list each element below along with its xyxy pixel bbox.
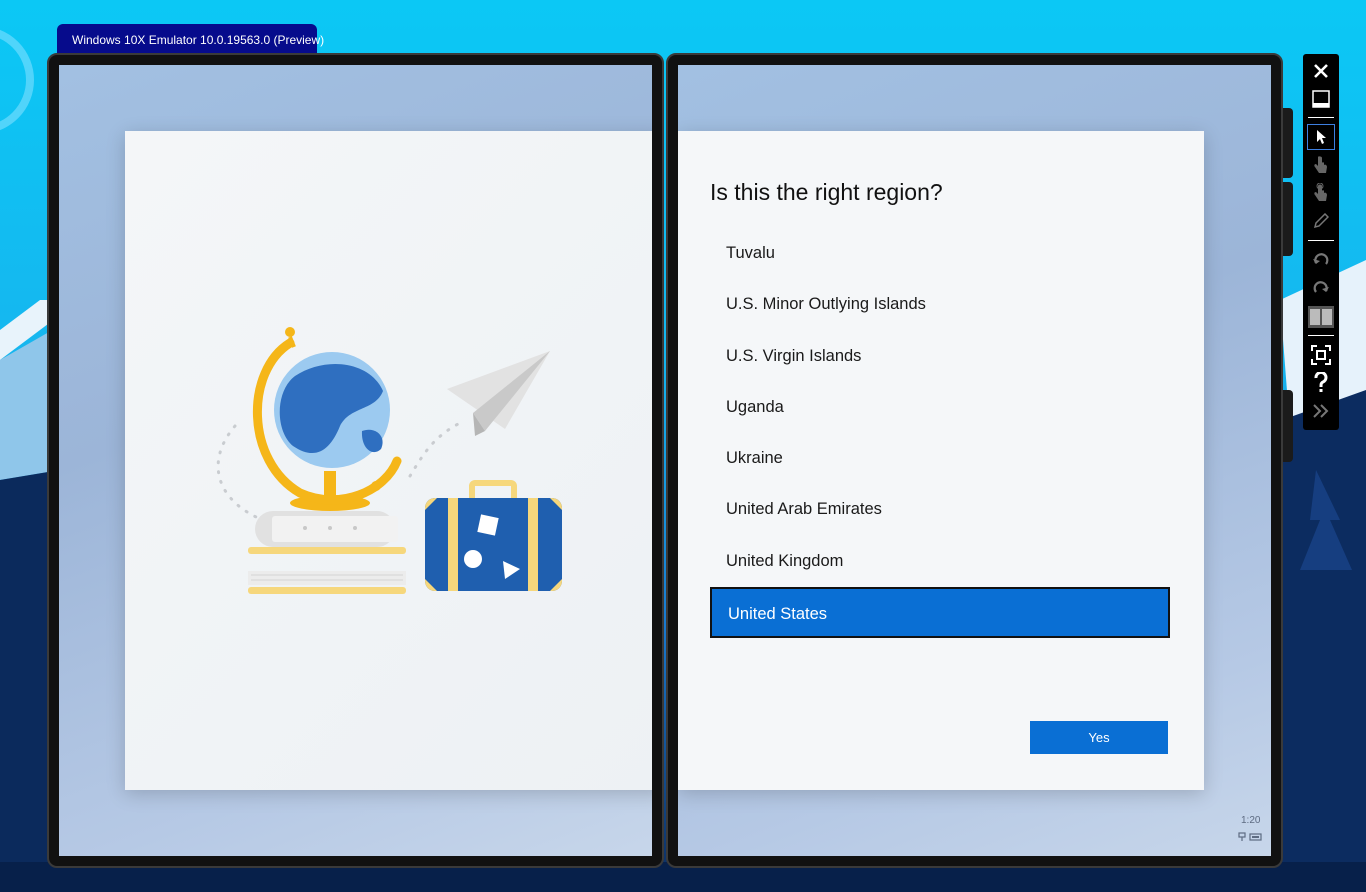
hardware-button	[1283, 182, 1293, 256]
hardware-button	[1283, 108, 1293, 178]
right-screen: Is this the right region? Tuvalu U.S. Mi…	[678, 65, 1271, 856]
region-item-united-states[interactable]: United States	[710, 587, 1170, 639]
suitcase-icon	[425, 480, 562, 591]
help-icon[interactable]	[1307, 370, 1335, 396]
fit-screen-icon[interactable]	[1307, 342, 1335, 368]
globe-icon	[252, 327, 402, 511]
rotate-left-icon[interactable]	[1307, 247, 1335, 273]
region-item-uganda[interactable]: Uganda	[710, 382, 1170, 433]
region-item-us-virgin-islands[interactable]: U.S. Virgin Islands	[710, 331, 1170, 382]
region-item-united-arab-emirates[interactable]: United Arab Emirates	[710, 484, 1170, 535]
page-title: Is this the right region?	[710, 179, 943, 205]
multi-touch-icon[interactable]	[1307, 180, 1335, 206]
region-card: Is this the right region? Tuvalu U.S. Mi…	[678, 131, 1204, 790]
desktop-background: Windows 10X Emulator 10.0.19563.0 (Previ…	[0, 0, 1366, 892]
toolbar-divider	[1308, 335, 1334, 336]
region-item-tuvalu[interactable]: Tuvalu	[710, 228, 1170, 279]
left-screen	[59, 65, 652, 856]
emulator-toolbar	[1303, 54, 1339, 430]
rotate-right-icon[interactable]	[1307, 275, 1335, 301]
paper-plane-icon	[447, 351, 550, 436]
toolbar-divider	[1308, 240, 1334, 241]
region-item-ukraine[interactable]: Ukraine	[710, 433, 1170, 484]
single-touch-icon[interactable]	[1307, 152, 1335, 178]
expand-chevron-icon[interactable]	[1307, 398, 1335, 424]
clock: 1:20	[1241, 815, 1261, 826]
region-item-united-kingdom[interactable]: United Kingdom	[710, 536, 1170, 587]
illustration-card	[125, 131, 652, 790]
emulator-title-tab[interactable]: Windows 10X Emulator 10.0.19563.0 (Previ…	[57, 24, 324, 56]
hardware-button	[1283, 390, 1293, 462]
system-tray-icons	[1238, 832, 1262, 841]
books-icon	[248, 511, 406, 594]
pen-icon[interactable]	[1307, 208, 1335, 234]
minimize-icon[interactable]	[1307, 86, 1335, 112]
toolbar-divider	[1308, 117, 1334, 118]
travel-illustration	[216, 327, 562, 594]
region-list[interactable]: Tuvalu U.S. Minor Outlying Islands U.S. …	[710, 228, 1170, 639]
dual-screen-icon[interactable]	[1307, 304, 1335, 330]
region-item-us-minor-outlying-islands[interactable]: U.S. Minor Outlying Islands	[710, 279, 1170, 330]
close-icon[interactable]	[1307, 58, 1335, 84]
yes-button[interactable]: Yes	[1030, 721, 1168, 754]
mouse-pointer-icon[interactable]	[1307, 124, 1335, 150]
